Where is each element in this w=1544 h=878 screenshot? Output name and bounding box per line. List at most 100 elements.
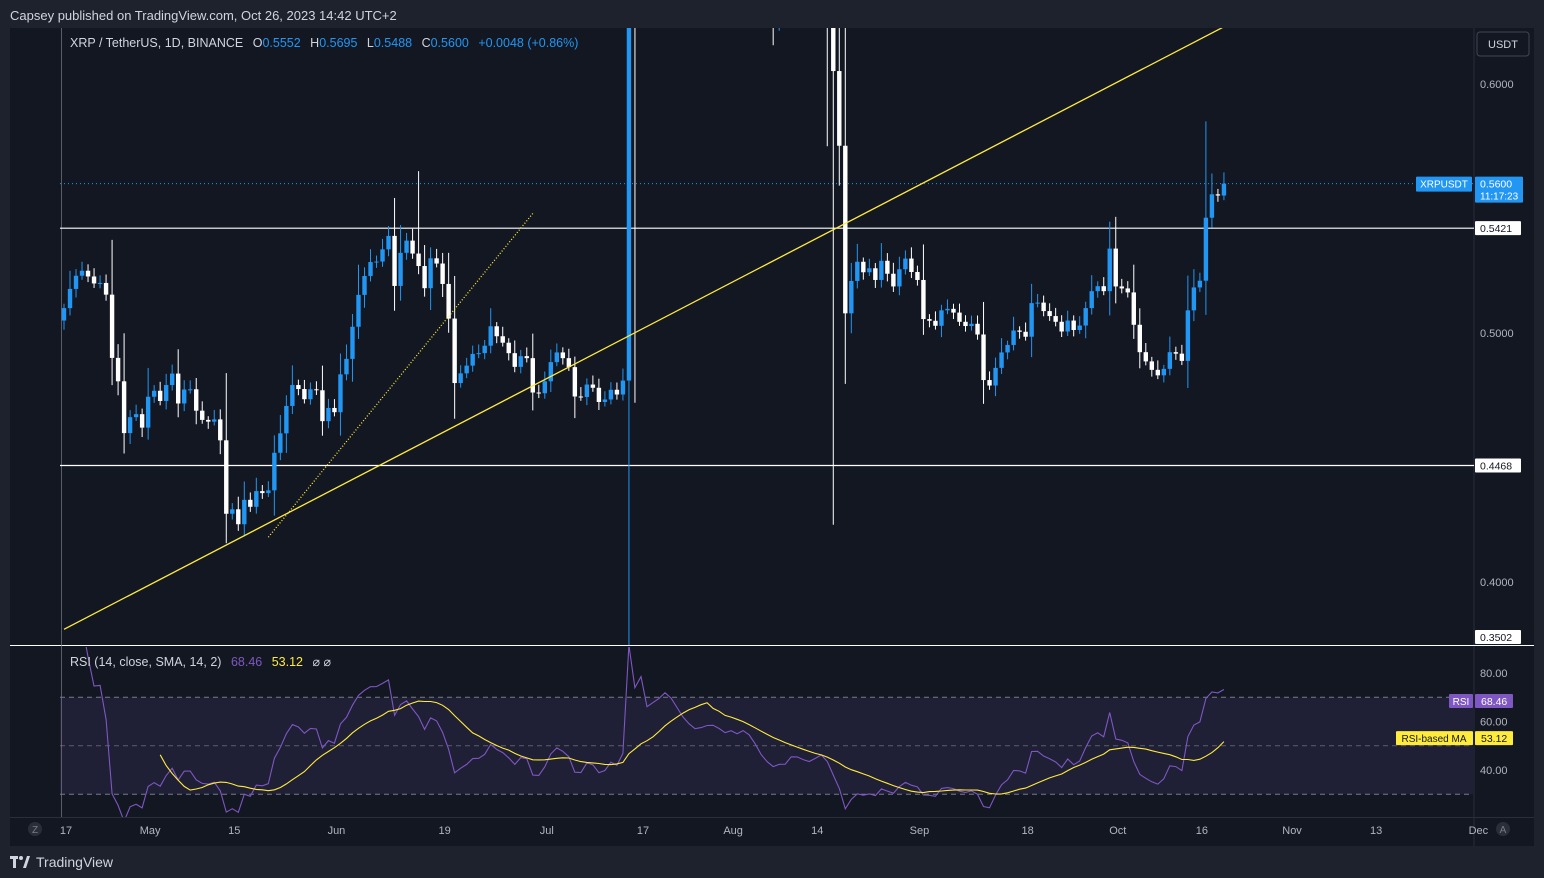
time-label: 19 <box>439 825 451 837</box>
rsi-legend[interactable]: RSI (14, close, SMA, 14, 2) 68.46 53.12 … <box>70 655 331 669</box>
time-label: 16 <box>1196 825 1208 837</box>
candle-body <box>512 353 517 367</box>
price-tick: 0.5000 <box>1480 328 1514 340</box>
candle-body <box>933 320 938 326</box>
candle-body <box>1191 287 1197 311</box>
chart-panel[interactable]: XRP / TetherUS, 1D, BINANCE O0.5552 H0.5… <box>10 28 1534 846</box>
brand-name: TradingView <box>36 854 114 870</box>
low-label: L <box>367 36 374 50</box>
rsi-symbol-label: RSI <box>1453 697 1470 708</box>
candle-body <box>879 260 884 280</box>
candle-body <box>987 380 992 386</box>
publisher-bar: Capsey published on TradingView.com, Oct… <box>0 0 1544 28</box>
candle-body <box>398 252 403 286</box>
candle-body <box>194 389 199 411</box>
candle-body <box>1095 286 1100 292</box>
candle-body <box>139 414 145 428</box>
candle-body <box>151 390 157 397</box>
candle-body <box>302 389 307 400</box>
candle-body <box>260 491 265 494</box>
candle-body <box>284 405 289 434</box>
candle-body <box>1131 292 1136 325</box>
candle-body <box>500 336 505 343</box>
candle-body <box>831 28 836 72</box>
time-label: 14 <box>811 825 823 837</box>
candle-body <box>224 440 229 514</box>
candle-body <box>951 308 956 313</box>
candle-body <box>536 392 541 394</box>
candle-body <box>494 326 499 337</box>
candle-body <box>440 263 445 284</box>
candle-body <box>915 271 920 280</box>
candle-body <box>127 417 133 434</box>
candle-body <box>163 385 169 401</box>
candle-body <box>206 419 211 422</box>
change-value: +0.0048 (+0.86%) <box>478 36 578 50</box>
candle-body <box>308 389 313 400</box>
symbol-legend[interactable]: XRP / TetherUS, 1D, BINANCE O0.5552 H0.5… <box>70 36 578 50</box>
rsi-ma-symbol-label: RSI-based MA <box>1401 734 1466 745</box>
candle-body <box>957 312 962 322</box>
candle-body <box>67 288 73 309</box>
rsi-legend-value: 68.46 <box>231 655 262 669</box>
candle-body <box>969 323 974 327</box>
rsi-ma-legend-value: 53.12 <box>272 655 303 669</box>
footer: TradingView <box>10 852 113 872</box>
candle-body <box>1119 286 1124 289</box>
chart-svg[interactable]: XRP / TetherUS, 1D, BINANCE O0.5552 H0.5… <box>10 28 1534 846</box>
candle-body <box>290 385 295 406</box>
candle-body <box>175 373 181 404</box>
time-label: 15 <box>228 825 240 837</box>
candle-body <box>596 387 602 402</box>
candle-body <box>891 273 896 287</box>
candle-body <box>1035 302 1040 304</box>
rsi-axis-ticks: 80.00 60.00 40.00 <box>1480 668 1508 777</box>
candle-body <box>608 389 614 400</box>
candle-body <box>1173 352 1179 354</box>
rsi-tick: 40.00 <box>1480 765 1508 777</box>
candle-body <box>572 367 578 397</box>
candle-body <box>338 374 343 413</box>
time-label: Sep <box>910 825 930 837</box>
candle-body <box>903 258 908 270</box>
last-price-countdown: 11:17:23 <box>1480 192 1519 203</box>
trendline[interactable] <box>63 28 1248 630</box>
candle-body <box>1047 311 1052 317</box>
candle-body <box>464 365 469 374</box>
candle-body <box>1203 217 1209 281</box>
time-label: Jul <box>540 825 554 837</box>
candle-body <box>326 407 331 422</box>
close-label: C <box>422 36 431 50</box>
candle-body <box>855 261 860 281</box>
high-label: H <box>310 36 319 50</box>
time-label: 18 <box>1021 825 1033 837</box>
candle-body <box>993 367 998 386</box>
candle-body <box>518 356 523 367</box>
candle-body <box>1101 286 1106 292</box>
candle-body <box>254 491 259 507</box>
candle-body <box>1005 344 1010 353</box>
candle-body <box>620 380 626 395</box>
time-label: Jun <box>328 825 346 837</box>
candle-body <box>97 282 103 284</box>
time-axis-labels: 17 May 15 Jun 19 Jul 17 Aug 14 Sep 18 Oct 16 Nov 13 Dec <box>60 825 1489 837</box>
candle-body <box>626 28 632 381</box>
candle-body <box>470 353 475 366</box>
candle-body <box>422 266 427 289</box>
publisher-line: Capsey published on TradingView.com, Oct… <box>10 8 397 23</box>
candle-body <box>79 270 85 276</box>
time-label: Nov <box>1282 825 1302 837</box>
candle-body <box>1065 320 1070 332</box>
candle-body <box>843 145 848 314</box>
last-price-value: 0.5600 <box>1480 179 1512 191</box>
rsi-ma-value-label: 53.12 <box>1481 733 1507 745</box>
candle-body <box>458 373 463 384</box>
trendlines[interactable] <box>63 28 1248 630</box>
candle-body <box>488 326 493 346</box>
candle-body <box>1029 303 1034 337</box>
symbol-name: XRP / TetherUS, 1D, BINANCE <box>70 36 243 50</box>
candle-body <box>169 373 175 386</box>
candle-body <box>188 389 193 391</box>
time-label: 13 <box>1370 825 1382 837</box>
candle-body <box>1197 280 1203 288</box>
